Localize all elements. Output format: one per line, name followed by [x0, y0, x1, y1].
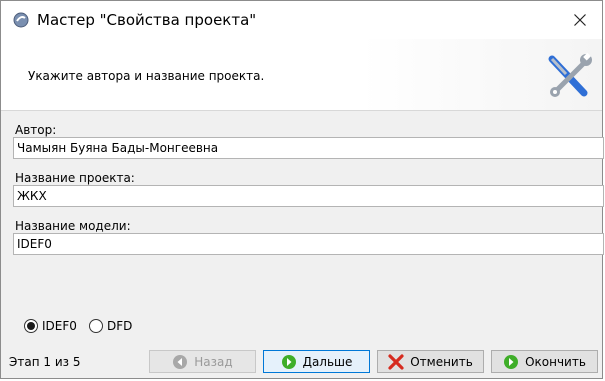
author-input[interactable]: Чамыян Буяна Бады-Монгеевна — [13, 137, 604, 159]
title-bar: Мастер "Свойства проекта" — [1, 1, 602, 39]
next-button-label: Дальше — [302, 354, 353, 369]
radio-dfd[interactable]: DFD — [89, 319, 132, 333]
radio-idef0-label: IDEF0 — [42, 319, 77, 333]
model-name-label: Название модели: — [15, 219, 131, 233]
close-icon — [574, 14, 586, 26]
wizard-instruction: Укажите автора и название проекта. — [28, 69, 265, 83]
app-icon — [13, 12, 29, 28]
step-indicator: Этап 1 из 5 — [9, 355, 81, 369]
back-button[interactable]: Назад — [149, 350, 256, 373]
cancel-button-label: Отменить — [410, 354, 473, 369]
author-label: Автор: — [15, 123, 57, 137]
radio-dfd-label: DFD — [107, 319, 133, 333]
finish-button-label: Окончить — [525, 354, 586, 369]
radio-dfd-circle — [89, 319, 103, 333]
next-arrow-icon — [281, 354, 296, 369]
back-button-label: Назад — [194, 354, 233, 369]
cancel-button[interactable]: Отменить — [377, 350, 484, 373]
radio-idef0-circle — [24, 319, 38, 333]
window-title: Мастер "Свойства проекта" — [37, 11, 257, 29]
finish-arrow-icon — [504, 354, 519, 369]
next-button[interactable]: Дальше — [263, 350, 370, 373]
tools-icon — [548, 52, 592, 97]
close-button[interactable] — [558, 1, 602, 39]
project-name-input[interactable]: ЖКХ — [13, 185, 604, 207]
radio-selected-dot — [27, 322, 35, 330]
radio-idef0[interactable]: IDEF0 — [24, 319, 77, 333]
back-arrow-icon — [173, 354, 188, 369]
cancel-x-icon — [388, 353, 404, 370]
wizard-header: Укажите автора и название проекта. — [1, 39, 602, 111]
project-name-label: Название проекта: — [15, 171, 135, 185]
finish-button[interactable]: Окончить — [491, 350, 598, 373]
wizard-dialog: Мастер "Свойства проекта" Укажите автора… — [0, 0, 604, 379]
model-name-input[interactable]: IDEF0 — [13, 233, 604, 255]
